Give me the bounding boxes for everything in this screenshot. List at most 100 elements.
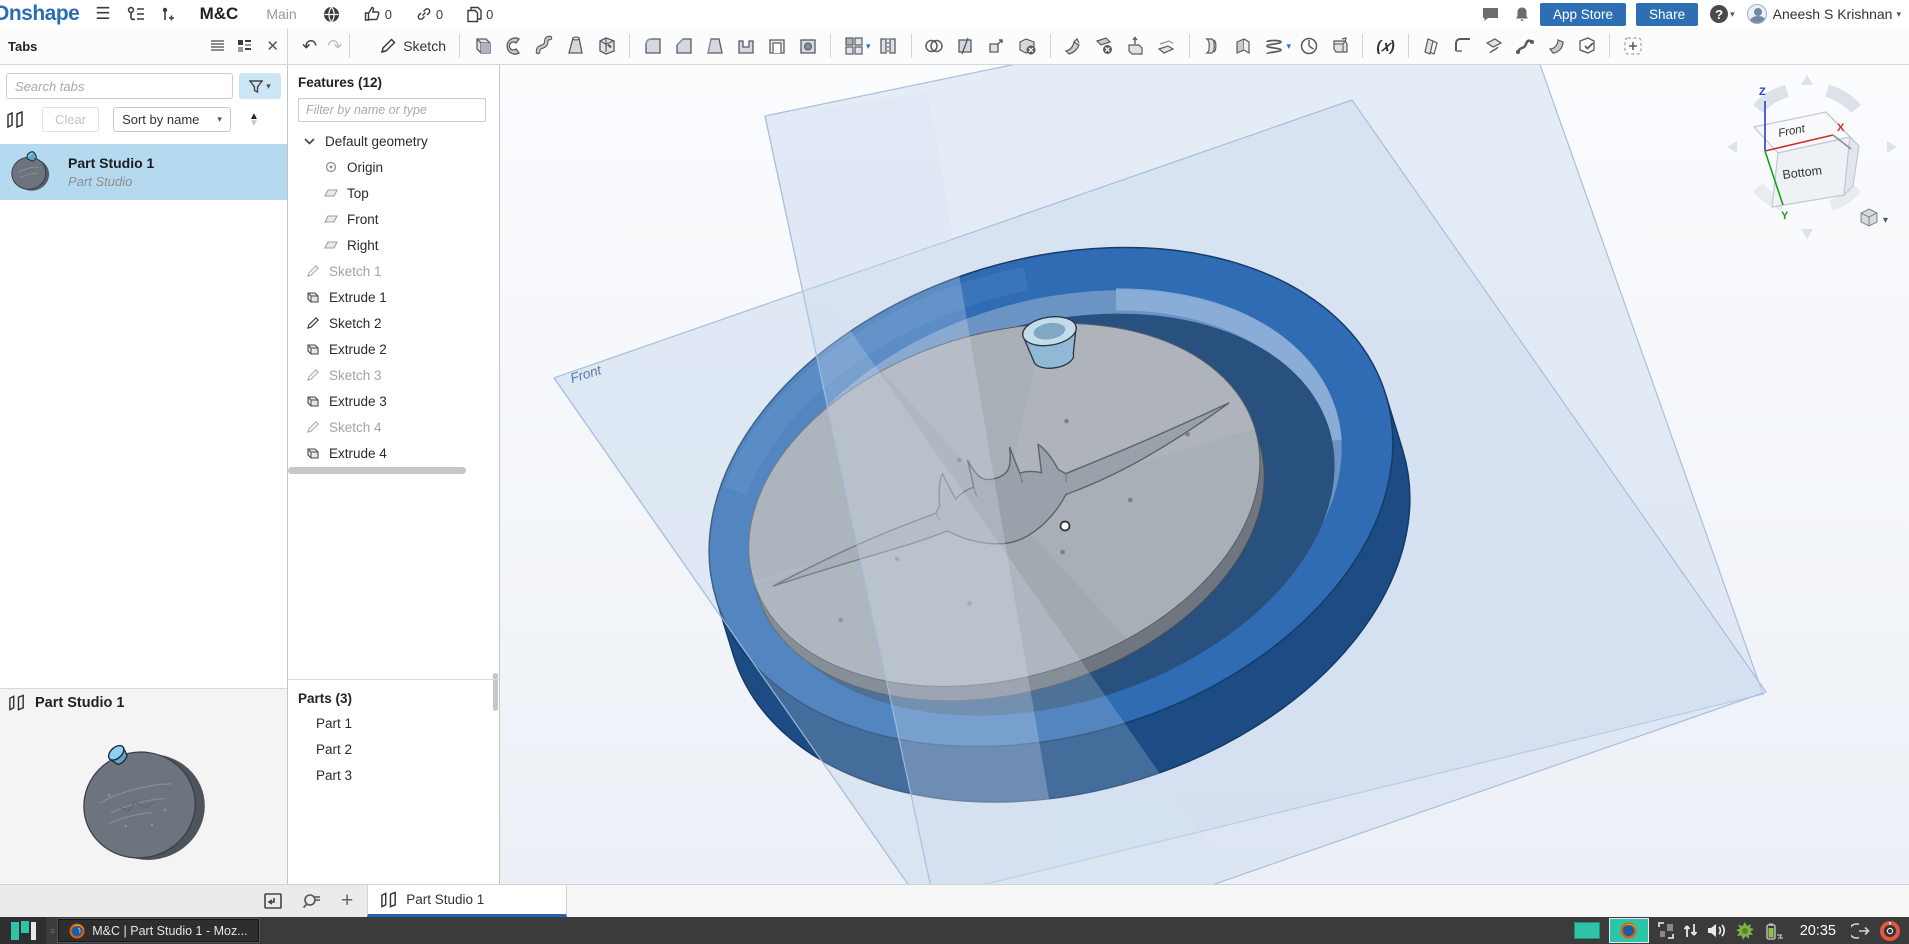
redo-icon[interactable]: ↷ <box>327 36 342 57</box>
share-button[interactable]: Share <box>1636 2 1699 26</box>
offset-surface-tool-icon[interactable] <box>1197 31 1228 61</box>
parts-list-item-part-2[interactable]: Part 2 <box>288 736 499 762</box>
shell-tool-icon[interactable] <box>761 31 792 61</box>
split-surface-tool-icon[interactable] <box>1478 31 1509 61</box>
undo-icon[interactable]: ↶ <box>302 36 317 57</box>
tree-node-extrude-2[interactable]: Extrude 2 <box>288 336 499 362</box>
workspace-name[interactable]: Main <box>266 6 296 22</box>
screenshot-tray-icon[interactable] <box>1657 922 1674 939</box>
taskbar-grip[interactable]: ≡ <box>50 926 55 936</box>
wrap-tool-icon[interactable] <box>1324 31 1355 61</box>
routing-tool-icon[interactable] <box>1509 31 1540 61</box>
grid-view-icon[interactable] <box>237 39 252 53</box>
taskbar-clock[interactable]: 20:35 <box>1800 923 1836 939</box>
mirror-tool-icon[interactable] <box>873 31 904 61</box>
parts-list-item-part-1[interactable]: Part 1 <box>288 710 499 736</box>
tree-node-sketch-4[interactable]: Sketch 4 <box>288 414 499 440</box>
create-version-icon[interactable] <box>160 6 174 23</box>
notifications-bell-icon[interactable] <box>1514 6 1530 23</box>
rib-tool-icon[interactable] <box>730 31 761 61</box>
validate-tool-icon[interactable] <box>1571 31 1602 61</box>
model-scene[interactable]: Front <box>500 65 1909 884</box>
thicken-tool-icon[interactable] <box>591 31 622 61</box>
tree-node-sketch-1[interactable]: Sketch 1 <box>288 258 499 284</box>
view-options-menu[interactable]: ▾ <box>1860 208 1888 227</box>
view-cube[interactable]: Front Bottom Z X Y ▾ <box>1723 71 1901 243</box>
sort-direction-toggle[interactable]: ▲ ▼ <box>249 111 259 128</box>
parts-list-item-part-3[interactable]: Part 3 <box>288 762 499 788</box>
chamfer-tool-icon[interactable] <box>668 31 699 61</box>
chevron-down-icon[interactable] <box>300 137 318 145</box>
tree-node-top-plane[interactable]: Top <box>288 180 499 206</box>
delete-part-tool-icon[interactable] <box>1012 31 1043 61</box>
boolean-tool-icon[interactable] <box>919 31 950 61</box>
sweep-tool-icon[interactable] <box>529 31 560 61</box>
draft-tool-icon[interactable] <box>699 31 730 61</box>
filter-features-input[interactable] <box>298 98 486 122</box>
linear-pattern-dropdown-icon[interactable]: ▾ <box>866 41 871 52</box>
part-preview-thumbnail[interactable] <box>0 717 287 877</box>
tree-node-extrude-1[interactable]: Extrude 1 <box>288 284 499 310</box>
close-tabs-panel-icon[interactable]: ✕ <box>266 37 279 55</box>
clear-filter-button[interactable]: Clear <box>42 107 100 132</box>
sketch-button[interactable]: Sketch <box>373 33 452 59</box>
user-avatar[interactable] <box>1746 4 1767 24</box>
copies-counter[interactable]: 0 <box>467 6 493 23</box>
user-name[interactable]: Aneesh S Krishnan <box>1773 6 1893 22</box>
bend-tool-icon[interactable] <box>1447 31 1478 61</box>
add-tab-icon[interactable]: + <box>341 890 353 911</box>
user-menu-chevron-icon[interactable]: ▾ <box>1896 9 1901 20</box>
helix-dropdown-icon[interactable]: ▾ <box>1287 41 1292 52</box>
revolve-tool-icon[interactable] <box>498 31 529 61</box>
view-options-chevron-icon[interactable]: ▾ <box>1883 215 1888 226</box>
tree-node-extrude-4[interactable]: Extrude 4 <box>288 440 499 466</box>
list-view-icon[interactable] <box>210 39 225 53</box>
extrude-tool-icon[interactable] <box>467 31 498 61</box>
tree-node-default-geometry[interactable]: Default geometry <box>288 128 499 154</box>
display-tray-icon[interactable] <box>1573 922 1600 939</box>
help-menu[interactable]: ? ▾ <box>1710 5 1735 23</box>
tree-node-sketch-2[interactable]: Sketch 2 <box>288 310 499 336</box>
fill-surface-tool-icon[interactable] <box>1228 31 1259 61</box>
3d-viewport[interactable]: Front Front Bottom Z X Y ▾ <box>500 65 1909 884</box>
linear-pattern-tool-icon[interactable] <box>838 31 869 61</box>
origin-marker[interactable] <box>1059 520 1071 532</box>
workspace-switcher[interactable] <box>0 917 46 944</box>
network-tray-icon[interactable] <box>1683 922 1698 939</box>
battery-tray-icon[interactable] <box>1763 922 1785 940</box>
likes-counter[interactable]: 0 <box>364 6 392 22</box>
offset-face-tool-icon[interactable] <box>1151 31 1182 61</box>
filter-tabs-button[interactable]: ▾ <box>239 73 281 99</box>
search-tabs-icon[interactable] <box>302 893 321 909</box>
enclose-tool-icon[interactable] <box>1416 31 1447 61</box>
active-firefox-indicator[interactable] <box>1608 918 1649 943</box>
isometric-cube-icon[interactable] <box>1860 208 1878 227</box>
hole-tool-icon[interactable] <box>792 31 823 61</box>
app-store-button[interactable]: App Store <box>1540 2 1627 26</box>
fillet-tool-icon[interactable] <box>637 31 668 61</box>
volume-tray-icon[interactable] <box>1707 922 1727 939</box>
split-tool-icon[interactable] <box>950 31 981 61</box>
loft-tool-icon[interactable] <box>560 31 591 61</box>
globe-icon[interactable] <box>323 6 340 23</box>
move-face-tool-icon[interactable] <box>1058 31 1089 61</box>
transform-tool-icon[interactable] <box>981 31 1012 61</box>
revolve-surface-tool-icon[interactable] <box>1293 31 1324 61</box>
tree-node-extrude-3[interactable]: Extrude 3 <box>288 388 499 414</box>
sort-tabs-select[interactable]: Sort by name ▾ <box>113 107 231 132</box>
links-counter[interactable]: 0 <box>416 6 443 22</box>
helix-tool-icon[interactable] <box>1259 31 1290 61</box>
variable-tool-icon[interactable]: (𝑥) <box>1370 31 1401 61</box>
restore-panels-icon[interactable] <box>264 893 282 909</box>
updates-tray-icon[interactable] <box>1735 921 1754 940</box>
onshape-logo[interactable]: Onshape <box>0 2 80 26</box>
document-name[interactable]: M&C <box>200 4 239 24</box>
logout-tray-icon[interactable] <box>1851 922 1870 939</box>
versions-icon[interactable] <box>127 6 146 22</box>
custom-feature-tool-icon[interactable] <box>1617 31 1648 61</box>
firefox-window-button[interactable]: M&C | Part Studio 1 - Moz... <box>57 918 260 943</box>
part-studio-tab[interactable]: Part Studio 1 <box>367 885 568 917</box>
trim-surface-tool-icon[interactable] <box>1540 31 1571 61</box>
search-tabs-input[interactable] <box>6 73 233 99</box>
horizontal-scrollbar[interactable] <box>288 467 466 474</box>
